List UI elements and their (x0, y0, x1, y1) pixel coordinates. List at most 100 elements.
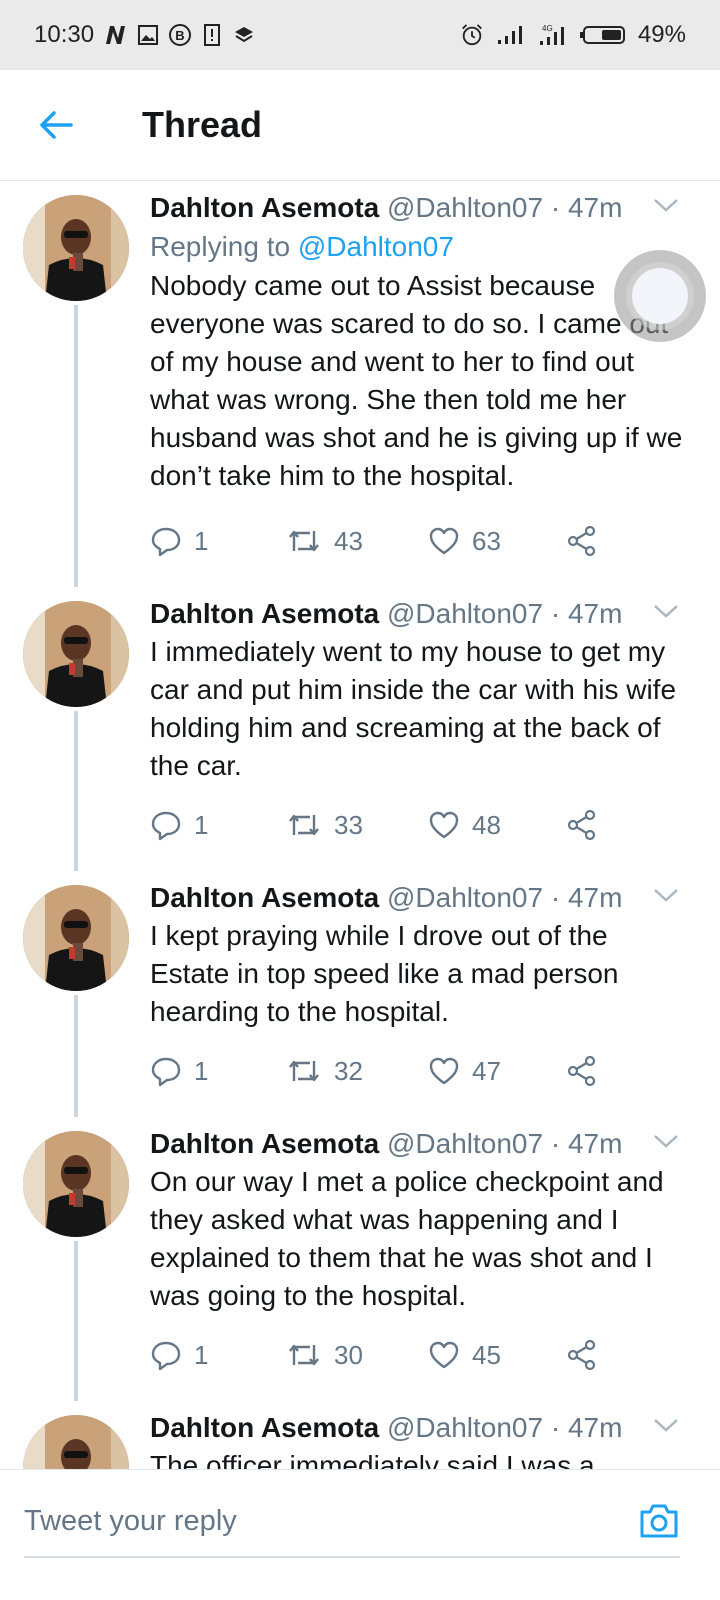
author-name[interactable]: Dahlton Asemota (150, 598, 379, 629)
reply-icon (151, 811, 181, 841)
like-button[interactable]: 47 (428, 1056, 566, 1087)
thread-connector-line (74, 1241, 78, 1401)
avatar[interactable] (23, 1415, 129, 1469)
share-button[interactable] (566, 809, 598, 841)
retweet-count: 30 (334, 1339, 363, 1370)
like-count: 63 (472, 525, 501, 556)
camera-icon[interactable] (638, 1500, 680, 1542)
status-right-icons: 4G 49% (460, 21, 686, 49)
tweet-item[interactable]: Dahlton Asemota @Dahlton07 · 47m I immed… (0, 587, 720, 871)
share-button[interactable] (566, 525, 598, 557)
like-count: 45 (472, 1339, 501, 1370)
touch-indicator (614, 250, 706, 342)
back-arrow-icon[interactable] (38, 107, 74, 143)
reply-button[interactable]: 1 (150, 1339, 286, 1371)
replying-mention-link[interactable]: @Dahlton07 (298, 231, 454, 262)
like-button[interactable]: 63 (428, 526, 566, 557)
tweet-item[interactable]: Dahlton Asemota @Dahlton07 · 47m On our … (0, 1117, 720, 1401)
alarm-icon (460, 23, 484, 47)
author-name[interactable]: Dahlton Asemota (150, 882, 379, 913)
avatar[interactable] (23, 601, 129, 707)
thread-connector-line (74, 305, 78, 587)
svg-text:B: B (175, 28, 184, 43)
sim-icon (200, 23, 224, 47)
author-handle: @Dahlton07 (387, 1128, 544, 1159)
page-title: Thread (142, 104, 263, 145)
reply-count: 1 (194, 1339, 209, 1370)
like-button[interactable]: 45 (428, 1340, 566, 1371)
reply-icon (151, 1057, 181, 1087)
tweet-time: · 47m (550, 598, 623, 629)
n-icon (104, 23, 128, 47)
heart-icon (429, 527, 459, 555)
reply-button[interactable]: 1 (150, 525, 286, 557)
share-icon (567, 809, 596, 841)
avatar[interactable] (23, 1131, 129, 1237)
share-button[interactable] (566, 1055, 598, 1087)
tweet-time: · 47m (550, 882, 623, 913)
tweet-meta: Dahlton Asemota @Dahlton07 · 47m (150, 1127, 690, 1161)
tweet-meta: Dahlton Asemota @Dahlton07 · 47m (150, 881, 690, 915)
author-name[interactable]: Dahlton Asemota (150, 1128, 379, 1159)
retweet-button[interactable]: 43 (286, 526, 428, 557)
tweet-actions: 1 32 47 (150, 1051, 598, 1091)
tweet-text: On our way I met a police checkpoint and… (150, 1166, 664, 1311)
tweet-actions: 1 43 63 (150, 521, 598, 561)
tweet-content: Dahlton Asemota @Dahlton07 · 47m Replyin… (150, 191, 690, 495)
status-bar: 10:30 B 4G 49% (0, 0, 720, 70)
tweet-text: I kept praying while I drove out of the … (150, 920, 619, 1027)
reply-count: 1 (194, 809, 209, 840)
thread-list: Dahlton Asemota @Dahlton07 · 47m Replyin… (0, 181, 720, 1469)
tweet-actions: 1 30 45 (150, 1335, 598, 1375)
retweet-button[interactable]: 32 (286, 1056, 428, 1087)
retweet-button[interactable]: 30 (286, 1340, 428, 1371)
like-count: 47 (472, 1055, 501, 1086)
tweet-meta: Dahlton Asemota @Dahlton07 · 47m (150, 191, 690, 225)
replying-to: Replying to @Dahlton07 (150, 229, 690, 265)
battery-percent: 49% (637, 21, 686, 48)
reply-input[interactable]: Tweet your reply (24, 1505, 237, 1538)
reply-icon (151, 527, 181, 557)
retweet-icon (289, 1344, 319, 1366)
retweet-count: 32 (334, 1055, 363, 1086)
author-name[interactable]: Dahlton Asemota (150, 192, 379, 223)
chevron-down-icon[interactable] (652, 195, 680, 219)
retweet-button[interactable]: 33 (286, 810, 428, 841)
tweet-text: Nobody came out to Assist because everyo… (150, 270, 683, 491)
author-handle: @Dahlton07 (387, 882, 544, 913)
reply-count: 1 (194, 525, 209, 556)
chevron-down-icon[interactable] (652, 885, 680, 909)
author-handle: @Dahlton07 (387, 1412, 544, 1443)
heart-icon (429, 811, 459, 839)
layers-icon (232, 23, 256, 47)
retweet-count: 33 (334, 809, 363, 840)
author-name[interactable]: Dahlton Asemota (150, 1412, 379, 1443)
status-left-icons: B (104, 23, 256, 47)
replying-label: Replying to (150, 231, 291, 262)
retweet-icon (289, 1060, 319, 1082)
tweet-time: · 47m (550, 192, 623, 223)
app-header: Thread (0, 70, 720, 181)
avatar[interactable] (23, 885, 129, 991)
tweet-item[interactable]: Dahlton Asemota @Dahlton07 · 47m Replyin… (0, 181, 720, 587)
reply-button[interactable]: 1 (150, 1055, 286, 1087)
signal-icon (496, 23, 526, 47)
chevron-down-icon[interactable] (652, 1131, 680, 1155)
share-icon (567, 1055, 596, 1087)
share-button[interactable] (566, 1339, 598, 1371)
author-handle: @Dahlton07 (387, 192, 544, 223)
tweet-item[interactable]: Dahlton Asemota @Dahlton07 · 47m I kept … (0, 871, 720, 1117)
chevron-down-icon[interactable] (652, 1415, 680, 1439)
retweet-count: 43 (334, 525, 363, 556)
image-icon (136, 23, 160, 47)
reply-button[interactable]: 1 (150, 809, 286, 841)
chevron-down-icon[interactable] (652, 601, 680, 625)
tweet-content: Dahlton Asemota @Dahlton07 · 47m I kept … (150, 881, 690, 1031)
tweet-text: I immediately went to my house to get my… (150, 636, 677, 781)
retweet-icon (289, 530, 319, 552)
avatar[interactable] (23, 195, 129, 301)
heart-icon (429, 1057, 459, 1085)
share-icon (567, 525, 596, 557)
tweet-item[interactable]: Dahlton Asemota @Dahlton07 · 47m The off… (0, 1401, 720, 1469)
like-button[interactable]: 48 (428, 810, 566, 841)
